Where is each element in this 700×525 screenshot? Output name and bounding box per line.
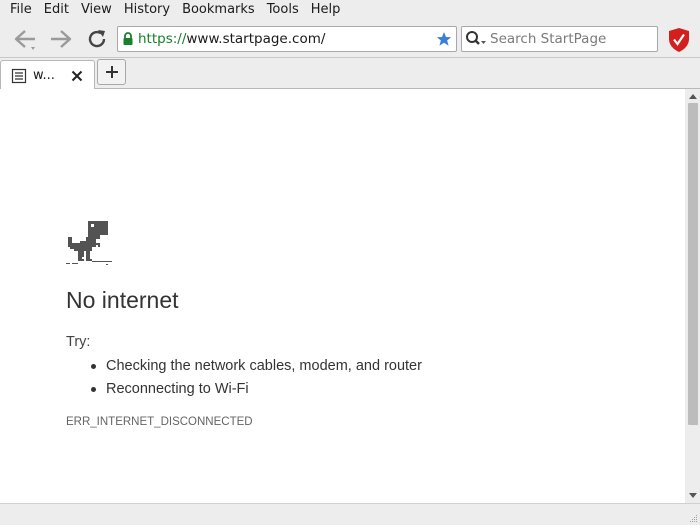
plus-icon [105,66,118,78]
list-item: Reconnecting to Wi-Fi [91,378,422,401]
url-scheme: https:// [138,31,187,47]
menu-bar: File Edit View History Bookmarks Tools H… [0,0,700,20]
menu-file[interactable]: File [4,0,38,20]
url-bar[interactable]: https://www.startpage.com/ [117,26,457,52]
tab-label: w... [33,68,55,83]
tab-active[interactable]: w... [0,60,95,90]
error-code: ERR_INTERNET_DISCONNECTED [66,416,253,428]
forward-button[interactable] [46,26,76,52]
menu-edit[interactable]: Edit [38,0,75,20]
back-button[interactable] [10,26,40,52]
lock-icon[interactable] [118,27,138,51]
search-bar[interactable] [461,26,658,52]
close-icon[interactable] [67,66,87,86]
bookmark-star-icon[interactable] [432,27,456,51]
try-label: Try: [66,334,91,350]
search-engine-icon[interactable] [462,27,490,51]
search-input[interactable] [490,31,650,47]
menu-history[interactable]: History [118,0,176,20]
list-item: Checking the network cables, modem, and … [91,355,422,378]
menu-tools[interactable]: Tools [261,0,305,20]
shield-icon[interactable] [665,26,693,54]
scrollbar-thumb[interactable] [688,103,698,425]
menu-help[interactable]: Help [305,0,347,20]
reload-button[interactable] [82,26,112,52]
suggestion-list: Checking the network cables, modem, and … [91,355,422,401]
error-heading: No internet [66,287,179,313]
status-bar [0,503,700,525]
tab-strip: w... [0,58,700,90]
resize-grip-icon[interactable] [688,513,698,523]
menu-bookmarks[interactable]: Bookmarks [176,0,261,20]
page-icon [11,66,33,86]
navigation-toolbar: https://www.startpage.com/ [0,20,700,58]
reload-icon [88,30,106,48]
url-host: www.startpage.com/ [186,31,326,47]
page-content: No internet Try: Checking the network ca… [0,89,685,503]
menu-view[interactable]: View [75,0,118,20]
url-text[interactable]: https://www.startpage.com/ [138,31,432,47]
new-tab-button[interactable] [97,59,126,85]
scroll-up-arrow-icon[interactable] [685,89,700,103]
forward-arrow-icon [51,30,72,48]
vertical-scrollbar[interactable] [685,89,700,503]
scroll-down-arrow-icon[interactable] [685,489,700,503]
back-arrow-icon [14,30,35,50]
dinosaur-icon [66,221,112,265]
